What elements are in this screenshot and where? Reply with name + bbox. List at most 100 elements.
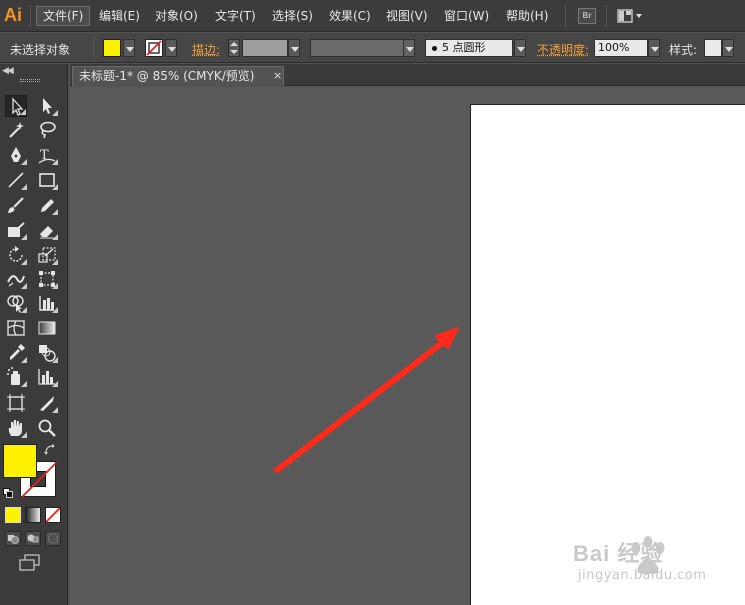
shape-builder-tool[interactable] xyxy=(5,292,27,314)
menu-effect[interactable]: 效果(C) xyxy=(329,7,371,25)
blob-brush-icon xyxy=(8,222,25,237)
opacity-label[interactable]: 不透明度: xyxy=(537,41,589,58)
fill-dropdown-arrow[interactable] xyxy=(123,39,135,57)
style-dropdown-arrow[interactable] xyxy=(722,39,734,57)
tools-panel: ◀◀ T xyxy=(0,64,68,605)
zoom-magnifier-icon xyxy=(38,419,56,437)
symbol-sprayer-tool[interactable] xyxy=(5,366,27,388)
blend-tool[interactable] xyxy=(36,342,58,364)
brush-dropdown-arrow[interactable] xyxy=(514,39,526,57)
none-slash-icon xyxy=(45,507,61,523)
collapse-panel-icon[interactable]: ◀◀ xyxy=(2,66,14,76)
rotate-icon xyxy=(9,246,23,262)
profile-dropdown-arrow[interactable] xyxy=(403,39,415,57)
mesh-tool[interactable] xyxy=(5,317,27,339)
column-graph-tool[interactable] xyxy=(36,366,58,388)
gradient-mode-button[interactable] xyxy=(25,507,41,523)
mesh-icon xyxy=(7,320,25,336)
menu-view[interactable]: 视图(V) xyxy=(386,7,428,25)
stroke-color-swatch[interactable] xyxy=(145,39,163,57)
selection-arrow-icon xyxy=(12,97,24,116)
menu-select[interactable]: 选择(S) xyxy=(272,7,313,25)
fill-color-box[interactable] xyxy=(3,444,37,478)
width-tool[interactable] xyxy=(5,268,27,290)
menu-help[interactable]: 帮助(H) xyxy=(506,7,548,25)
paintbrush-tool[interactable] xyxy=(5,194,27,216)
draw-inside-button[interactable] xyxy=(45,531,61,546)
rectangle-tool[interactable] xyxy=(36,169,58,191)
control-bar: 未选择对象 描边: 5 点圆形 不透明度: 100% 样式: xyxy=(0,33,745,63)
hand-tool[interactable] xyxy=(5,417,27,439)
panel-drag-handle[interactable] xyxy=(20,79,40,82)
line-segment-tool[interactable] xyxy=(5,169,27,191)
slice-knife-icon xyxy=(40,396,54,411)
menu-bar: Ai 文件(F) 编辑(E) 对象(O) 文字(T) 选择(S) 效果(C) 视… xyxy=(0,0,745,32)
stroke-dropdown-arrow[interactable] xyxy=(165,39,177,57)
workspace-switcher-button[interactable] xyxy=(617,8,645,24)
perspective-grid-tool[interactable] xyxy=(36,292,58,314)
stroke-label[interactable]: 描边: xyxy=(192,41,220,58)
fill-color-swatch[interactable] xyxy=(103,39,121,57)
scale-tool[interactable] xyxy=(36,244,58,266)
lasso-icon xyxy=(40,121,56,139)
magic-wand-tool[interactable] xyxy=(5,119,27,141)
graphic-style-swatch[interactable] xyxy=(704,39,722,57)
opacity-dropdown-arrow[interactable] xyxy=(648,39,660,57)
rotate-tool[interactable] xyxy=(5,244,27,266)
eyedropper-tool[interactable] xyxy=(5,342,27,364)
draw-normal-icon xyxy=(8,535,19,544)
menu-file[interactable]: 文件(F) xyxy=(36,6,91,26)
draw-inside-icon xyxy=(48,533,58,544)
column-graph-icon xyxy=(38,369,55,385)
document-tab[interactable]: 未标题-1* @ 85% (CMYK/预览) × xyxy=(72,66,284,86)
stroke-weight-spinner[interactable] xyxy=(228,39,240,57)
blob-brush-tool[interactable] xyxy=(5,219,27,241)
artboard-icon xyxy=(7,394,25,412)
artboard-tool[interactable] xyxy=(5,392,27,414)
default-fill-stroke-icon[interactable] xyxy=(3,487,13,498)
direct-selection-arrow-icon xyxy=(43,98,52,114)
menu-separator xyxy=(30,5,31,27)
color-mode-button[interactable] xyxy=(5,507,21,523)
brush-definition-field[interactable]: 5 点圆形 xyxy=(425,39,513,57)
opacity-input[interactable]: 100% xyxy=(594,39,648,57)
lasso-tool[interactable] xyxy=(36,119,58,141)
eyedropper-icon xyxy=(10,344,25,360)
paintbrush-icon xyxy=(8,197,24,213)
menu-object[interactable]: 对象(O) xyxy=(155,7,198,25)
document-tab-title: 未标题-1* @ 85% (CMYK/预览) xyxy=(79,69,255,83)
free-transform-tool[interactable] xyxy=(36,268,58,290)
stroke-weight-input[interactable] xyxy=(242,39,288,57)
selection-tool[interactable] xyxy=(5,95,27,117)
none-mode-button[interactable] xyxy=(45,507,61,523)
menu-window[interactable]: 窗口(W) xyxy=(444,7,489,25)
variable-width-profile-field[interactable] xyxy=(310,39,404,57)
draw-normal-button[interactable] xyxy=(5,531,21,546)
menu-type[interactable]: 文字(T) xyxy=(215,7,256,25)
bridge-button[interactable]: Br xyxy=(578,8,596,24)
menu-edit[interactable]: 编辑(E) xyxy=(99,7,140,25)
blend-icon xyxy=(39,345,56,362)
pencil-tool[interactable] xyxy=(36,194,58,216)
control-separator xyxy=(93,37,94,59)
zoom-tool[interactable] xyxy=(36,417,58,439)
stroke-weight-dropdown-arrow[interactable] xyxy=(288,39,300,57)
draw-behind-button[interactable] xyxy=(25,531,41,546)
pen-tool[interactable] xyxy=(5,144,27,166)
document-tab-bar: 未标题-1* @ 85% (CMYK/预览) × xyxy=(70,64,745,86)
eraser-tool[interactable] xyxy=(36,219,58,241)
direct-selection-tool[interactable] xyxy=(36,95,58,117)
change-screen-mode-button[interactable] xyxy=(18,554,42,572)
rectangle-icon xyxy=(39,173,55,187)
gradient-tool[interactable] xyxy=(36,317,58,339)
panel-grip[interactable]: ◀◀ xyxy=(0,64,68,86)
type-on-path-icon: T xyxy=(38,148,56,164)
style-label: 样式: xyxy=(669,43,698,57)
close-tab-icon[interactable]: × xyxy=(273,67,282,85)
line-segment-icon xyxy=(8,172,24,188)
type-tool[interactable]: T xyxy=(36,144,58,166)
slice-tool[interactable] xyxy=(36,392,58,414)
symbol-sprayer-icon xyxy=(7,367,20,385)
watermark-brand: Bai 经验 xyxy=(573,541,664,566)
swap-fill-stroke-icon[interactable] xyxy=(44,444,56,456)
